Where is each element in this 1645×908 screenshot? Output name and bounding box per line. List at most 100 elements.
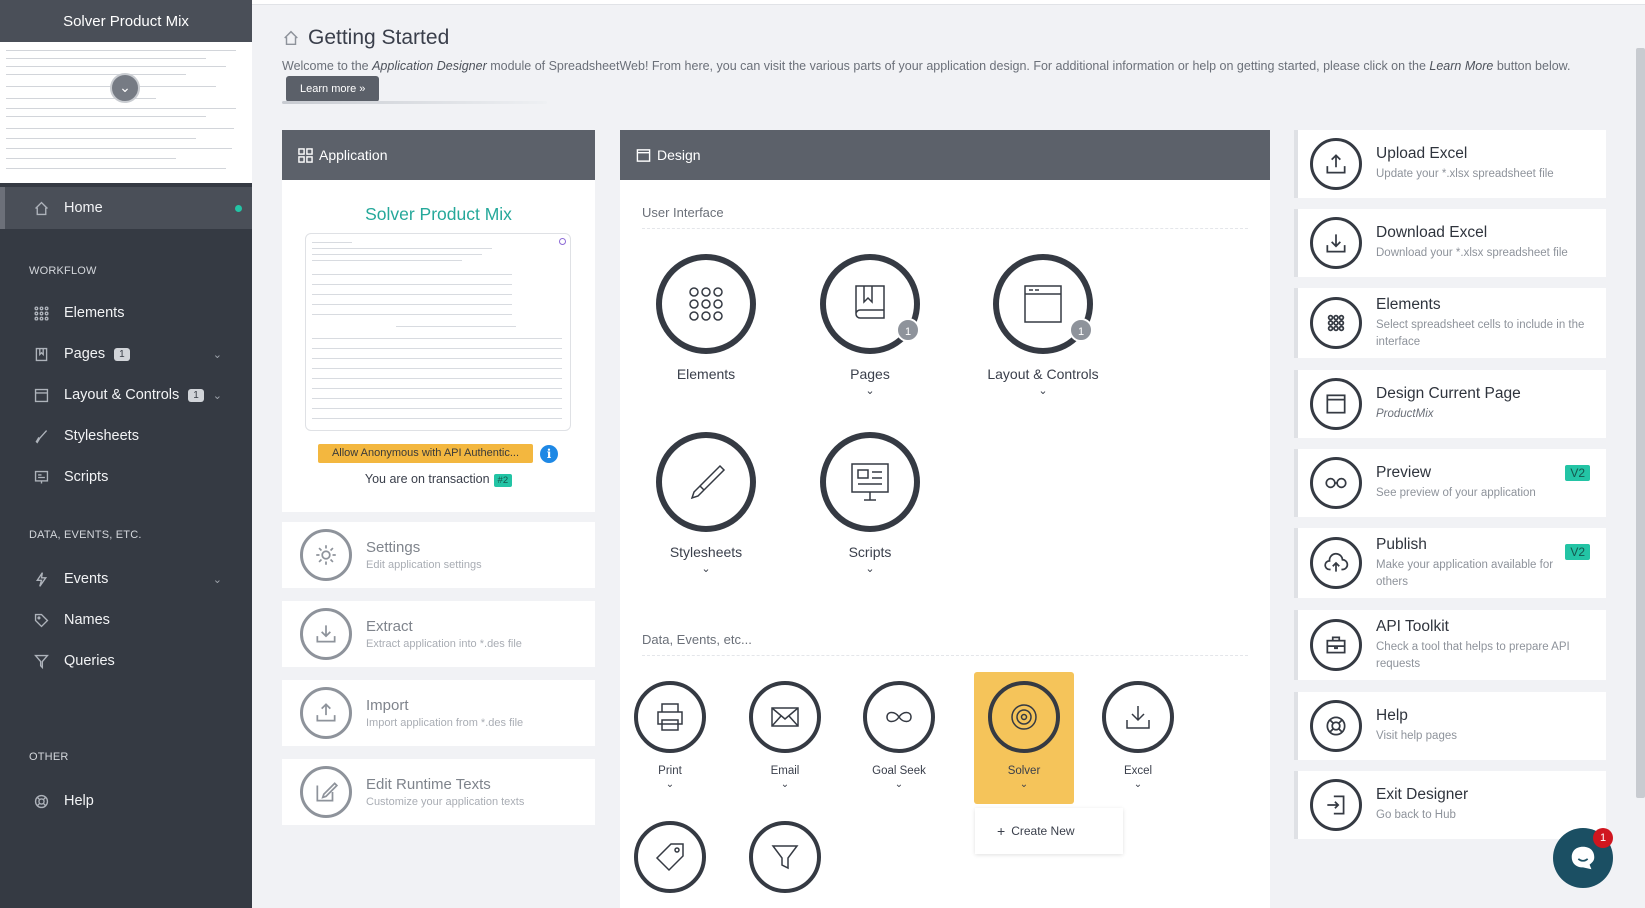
intro-emphasis: Application Designer — [372, 59, 487, 73]
presentation-icon — [32, 468, 50, 486]
version-badge: V2 — [1565, 544, 1590, 560]
chevron-down-icon[interactable]: ⌄ — [818, 384, 922, 397]
learn-more-button[interactable]: Learn more » — [286, 76, 380, 102]
design-elements[interactable]: Elements — [654, 254, 758, 382]
chevron-down-icon[interactable]: ⌄ — [974, 779, 1074, 790]
design-queries[interactable] — [735, 812, 835, 908]
extract-card[interactable]: Extract Extract application into *.des fi… — [282, 601, 595, 667]
design-item-label: Print — [658, 765, 682, 777]
card-subtitle: Update your *.xlsx spreadsheet file — [1376, 168, 1554, 180]
design-current-page-card[interactable]: Design Current Page ProductMix — [1294, 370, 1606, 438]
window-icon — [1310, 378, 1362, 430]
application-preview[interactable] — [305, 233, 571, 431]
design-email[interactable]: Email ⌄ — [735, 672, 835, 804]
cloud-upload-icon — [1310, 537, 1362, 589]
import-card[interactable]: Import Import application from *.des file — [282, 680, 595, 746]
design-goal-seek[interactable]: Goal Seek ⌄ — [849, 672, 949, 804]
design-layout-controls[interactable]: 1 Layout & Controls ⌄ — [982, 254, 1104, 397]
intro-text: Welcome to the Application Designer modu… — [282, 56, 1582, 102]
chevron-down-icon[interactable]: ⌄ — [982, 384, 1104, 397]
plus-icon: + — [997, 823, 1006, 839]
intro-part: module of SpreadsheetWeb! From here, you… — [486, 59, 1430, 73]
chevron-down-icon[interactable]: ⌄ — [213, 389, 222, 402]
auth-mode-badge[interactable]: Allow Anonymous with API Authentic... — [318, 444, 533, 463]
sidebar-item-queries[interactable]: Queries — [0, 640, 252, 682]
window-icon — [636, 148, 651, 162]
sidebar-item-scripts[interactable]: Scripts — [0, 456, 252, 498]
sidebar-item-label: Stylesheets — [64, 428, 139, 444]
sidebar-item-names[interactable]: Names — [0, 599, 252, 641]
lifebuoy-icon — [32, 792, 50, 810]
intro-part: Welcome to the — [282, 59, 373, 73]
sidebar-item-layout[interactable]: Layout & Controls 1 ⌄ — [0, 374, 252, 416]
design-item-label: Email — [770, 765, 800, 777]
chevron-down-icon[interactable]: ⌄ — [849, 779, 949, 790]
create-new-menu-item[interactable]: + Create New — [975, 808, 1123, 854]
download-tray-icon — [1310, 217, 1362, 269]
transaction-info: You are on transaction #2 — [282, 472, 595, 487]
help-card[interactable]: Help Visit help pages — [1294, 692, 1606, 760]
chevron-down-icon[interactable]: ⌄ — [213, 573, 222, 586]
window-icon: 1 — [993, 254, 1093, 354]
upload-excel-card[interactable]: Upload Excel Update your *.xlsx spreadshe… — [1294, 130, 1606, 198]
sidebar-item-home[interactable]: Home — [0, 187, 252, 229]
info-icon[interactable]: i — [540, 444, 558, 463]
chevron-down-icon[interactable]: ⌄ — [620, 779, 720, 790]
card-title: Exit Designer — [1376, 786, 1469, 803]
chevron-down-icon[interactable]: ⌄ — [213, 348, 222, 361]
api-toolkit-card[interactable]: API Toolkit Check a tool that helps to pr… — [1294, 610, 1606, 680]
card-title: Extract — [366, 618, 413, 635]
design-scripts[interactable]: Scripts ⌄ — [818, 432, 922, 575]
sidebar-item-help[interactable]: Help — [0, 780, 252, 822]
sidebar-section-other: OTHER — [29, 751, 69, 763]
chevron-down-icon[interactable]: ⌄ — [735, 779, 835, 790]
scrollbar[interactable] — [1636, 48, 1645, 798]
design-panel: User Interface Elements 1 Pages ⌄ 1 Layo… — [620, 180, 1270, 908]
presentation-icon — [820, 432, 920, 532]
count-badge: 1 — [1069, 318, 1093, 342]
home-icon — [32, 199, 50, 217]
settings-card[interactable]: Settings Edit application settings — [282, 522, 595, 588]
sign-in-icon — [1310, 779, 1362, 831]
design-item-label: Scripts — [848, 544, 892, 560]
preview-card[interactable]: Preview See preview of your application V… — [1294, 449, 1606, 517]
create-new-label: Create New — [1011, 824, 1075, 838]
chat-bubble-icon — [1571, 846, 1595, 870]
version-badge: V2 — [1565, 465, 1590, 481]
design-excel[interactable]: Excel ⌄ — [1088, 672, 1188, 804]
chevron-down-icon[interactable]: ⌄ — [654, 562, 758, 575]
sidebar-item-label: Names — [64, 612, 110, 628]
sidebar-item-stylesheets[interactable]: Stylesheets — [0, 415, 252, 457]
card-title: Upload Excel — [1376, 145, 1468, 162]
envelope-icon — [749, 681, 821, 753]
design-solver[interactable]: Solver ⌄ — [974, 672, 1074, 804]
sidebar-item-pages[interactable]: Pages 1 ⌄ — [0, 333, 252, 375]
page-title: Getting Started — [282, 26, 1582, 50]
exit-designer-card[interactable]: Exit Designer Go back to Hub — [1294, 771, 1606, 839]
design-stylesheets[interactable]: Stylesheets ⌄ — [654, 432, 758, 575]
section-user-interface: User Interface — [642, 205, 1248, 229]
transaction-badge: #2 — [493, 474, 513, 487]
brush-icon — [32, 427, 50, 445]
active-indicator — [235, 204, 242, 212]
chevron-down-icon[interactable]: ⌄ — [818, 562, 922, 575]
design-names[interactable] — [620, 812, 720, 908]
chevron-down-icon[interactable]: ⌄ — [110, 73, 140, 103]
design-print[interactable]: Print ⌄ — [620, 672, 720, 804]
chevron-down-icon[interactable]: ⌄ — [1088, 779, 1188, 790]
target-icon — [988, 681, 1060, 753]
top-bar — [252, 0, 1645, 5]
card-subtitle: See preview of your application — [1376, 487, 1536, 499]
design-pages[interactable]: 1 Pages ⌄ — [818, 254, 922, 397]
edit-runtime-texts-card[interactable]: Edit Runtime Texts Customize your applica… — [282, 759, 595, 825]
app-thumbnail[interactable]: ⌄ — [0, 42, 252, 183]
publish-card[interactable]: Publish Make your application available f… — [1294, 528, 1606, 598]
download-excel-card[interactable]: Download Excel Download your *.xlsx sprea… — [1294, 209, 1606, 277]
sidebar-section-workflow: WORKFLOW — [29, 265, 97, 277]
elements-card[interactable]: Elements Select spreadsheet cells to incl… — [1294, 288, 1606, 358]
app-title: Solver Product Mix — [0, 0, 252, 42]
card-title: API Toolkit — [1376, 617, 1449, 635]
sidebar-item-elements[interactable]: Elements — [0, 292, 252, 334]
card-subtitle: Edit application settings — [366, 559, 482, 571]
sidebar-item-events[interactable]: Events ⌄ — [0, 558, 252, 600]
